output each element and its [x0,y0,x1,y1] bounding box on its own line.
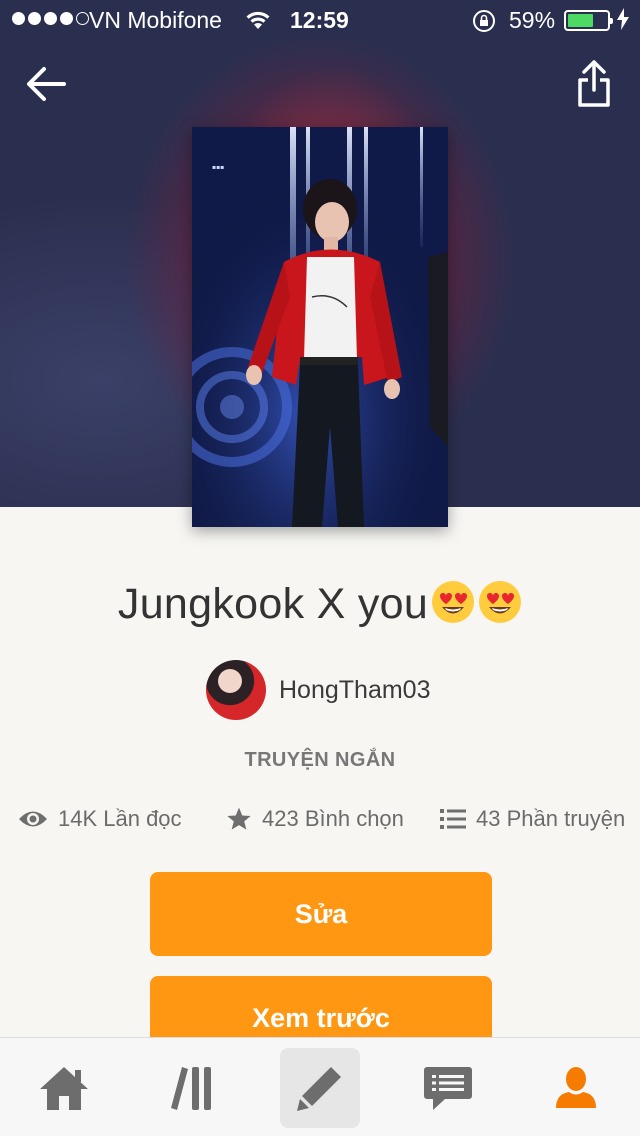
svg-text:▪▪▪: ▪▪▪ [212,164,224,171]
story-genre: TRUYỆN NGẮN [244,749,396,771]
tab-profile[interactable] [526,1038,626,1136]
library-icon [171,1066,211,1110]
list-icon [440,809,466,829]
messages-icon [424,1066,472,1110]
cover-photo: ▪▪▪ [192,127,448,527]
story-title-text: Jungkook X you [117,580,429,628]
charging-bolt-icon [617,8,629,30]
author-link[interactable]: HongTham03 [206,660,430,720]
home-icon [40,1066,88,1110]
tab-library[interactable] [142,1038,242,1136]
reads-count: 14K Lần đọc [58,806,182,831]
battery-percent: 59% [509,7,556,33]
rotation-lock-icon [473,10,495,32]
votes-count: 423 Bình chọn [262,806,404,831]
story-cover-image[interactable]: ▪▪▪ [192,127,448,527]
profile-icon [556,1066,596,1108]
arrow-left-icon [27,67,66,101]
star-icon [227,807,251,830]
tab-messages[interactable] [398,1038,498,1136]
back-button[interactable] [22,60,70,108]
heart-eyes-emoji-icon [432,581,475,623]
status-bar: VN Mobifone 12:59 59% [0,0,640,40]
tab-write[interactable] [280,1048,360,1128]
parts-count: 43 Phần truyện [476,806,626,831]
heart-eyes-emoji-icon [479,581,522,623]
reads-stat: 14K Lần đọc [18,806,182,832]
clock: 12:59 [290,7,349,33]
story-stats: 14K Lần đọc 423 Bình chọn 43 Phần truyện [0,806,640,842]
story-details-screen: VN Mobifone 12:59 59% ▪▪▪ Jungkook X you… [0,0,640,1136]
share-icon [578,60,610,107]
carrier-name: VN Mobifone [89,7,222,33]
author-name: HongTham03 [279,675,431,704]
bottom-tab-bar [0,1037,640,1136]
share-button[interactable] [570,58,618,110]
eye-icon [19,811,47,827]
avatar [206,660,266,720]
edit-button[interactable]: Sửa [150,872,492,956]
wifi-icon [246,11,270,29]
battery-icon [564,10,613,31]
votes-stat: 423 Bình chọn [226,806,404,832]
pencil-icon [297,1067,341,1111]
signal-strength-icon [12,12,89,25]
parts-stat: 43 Phần truyện [440,806,625,832]
story-title: Jungkook X you [0,580,640,629]
tab-home[interactable] [14,1038,114,1136]
